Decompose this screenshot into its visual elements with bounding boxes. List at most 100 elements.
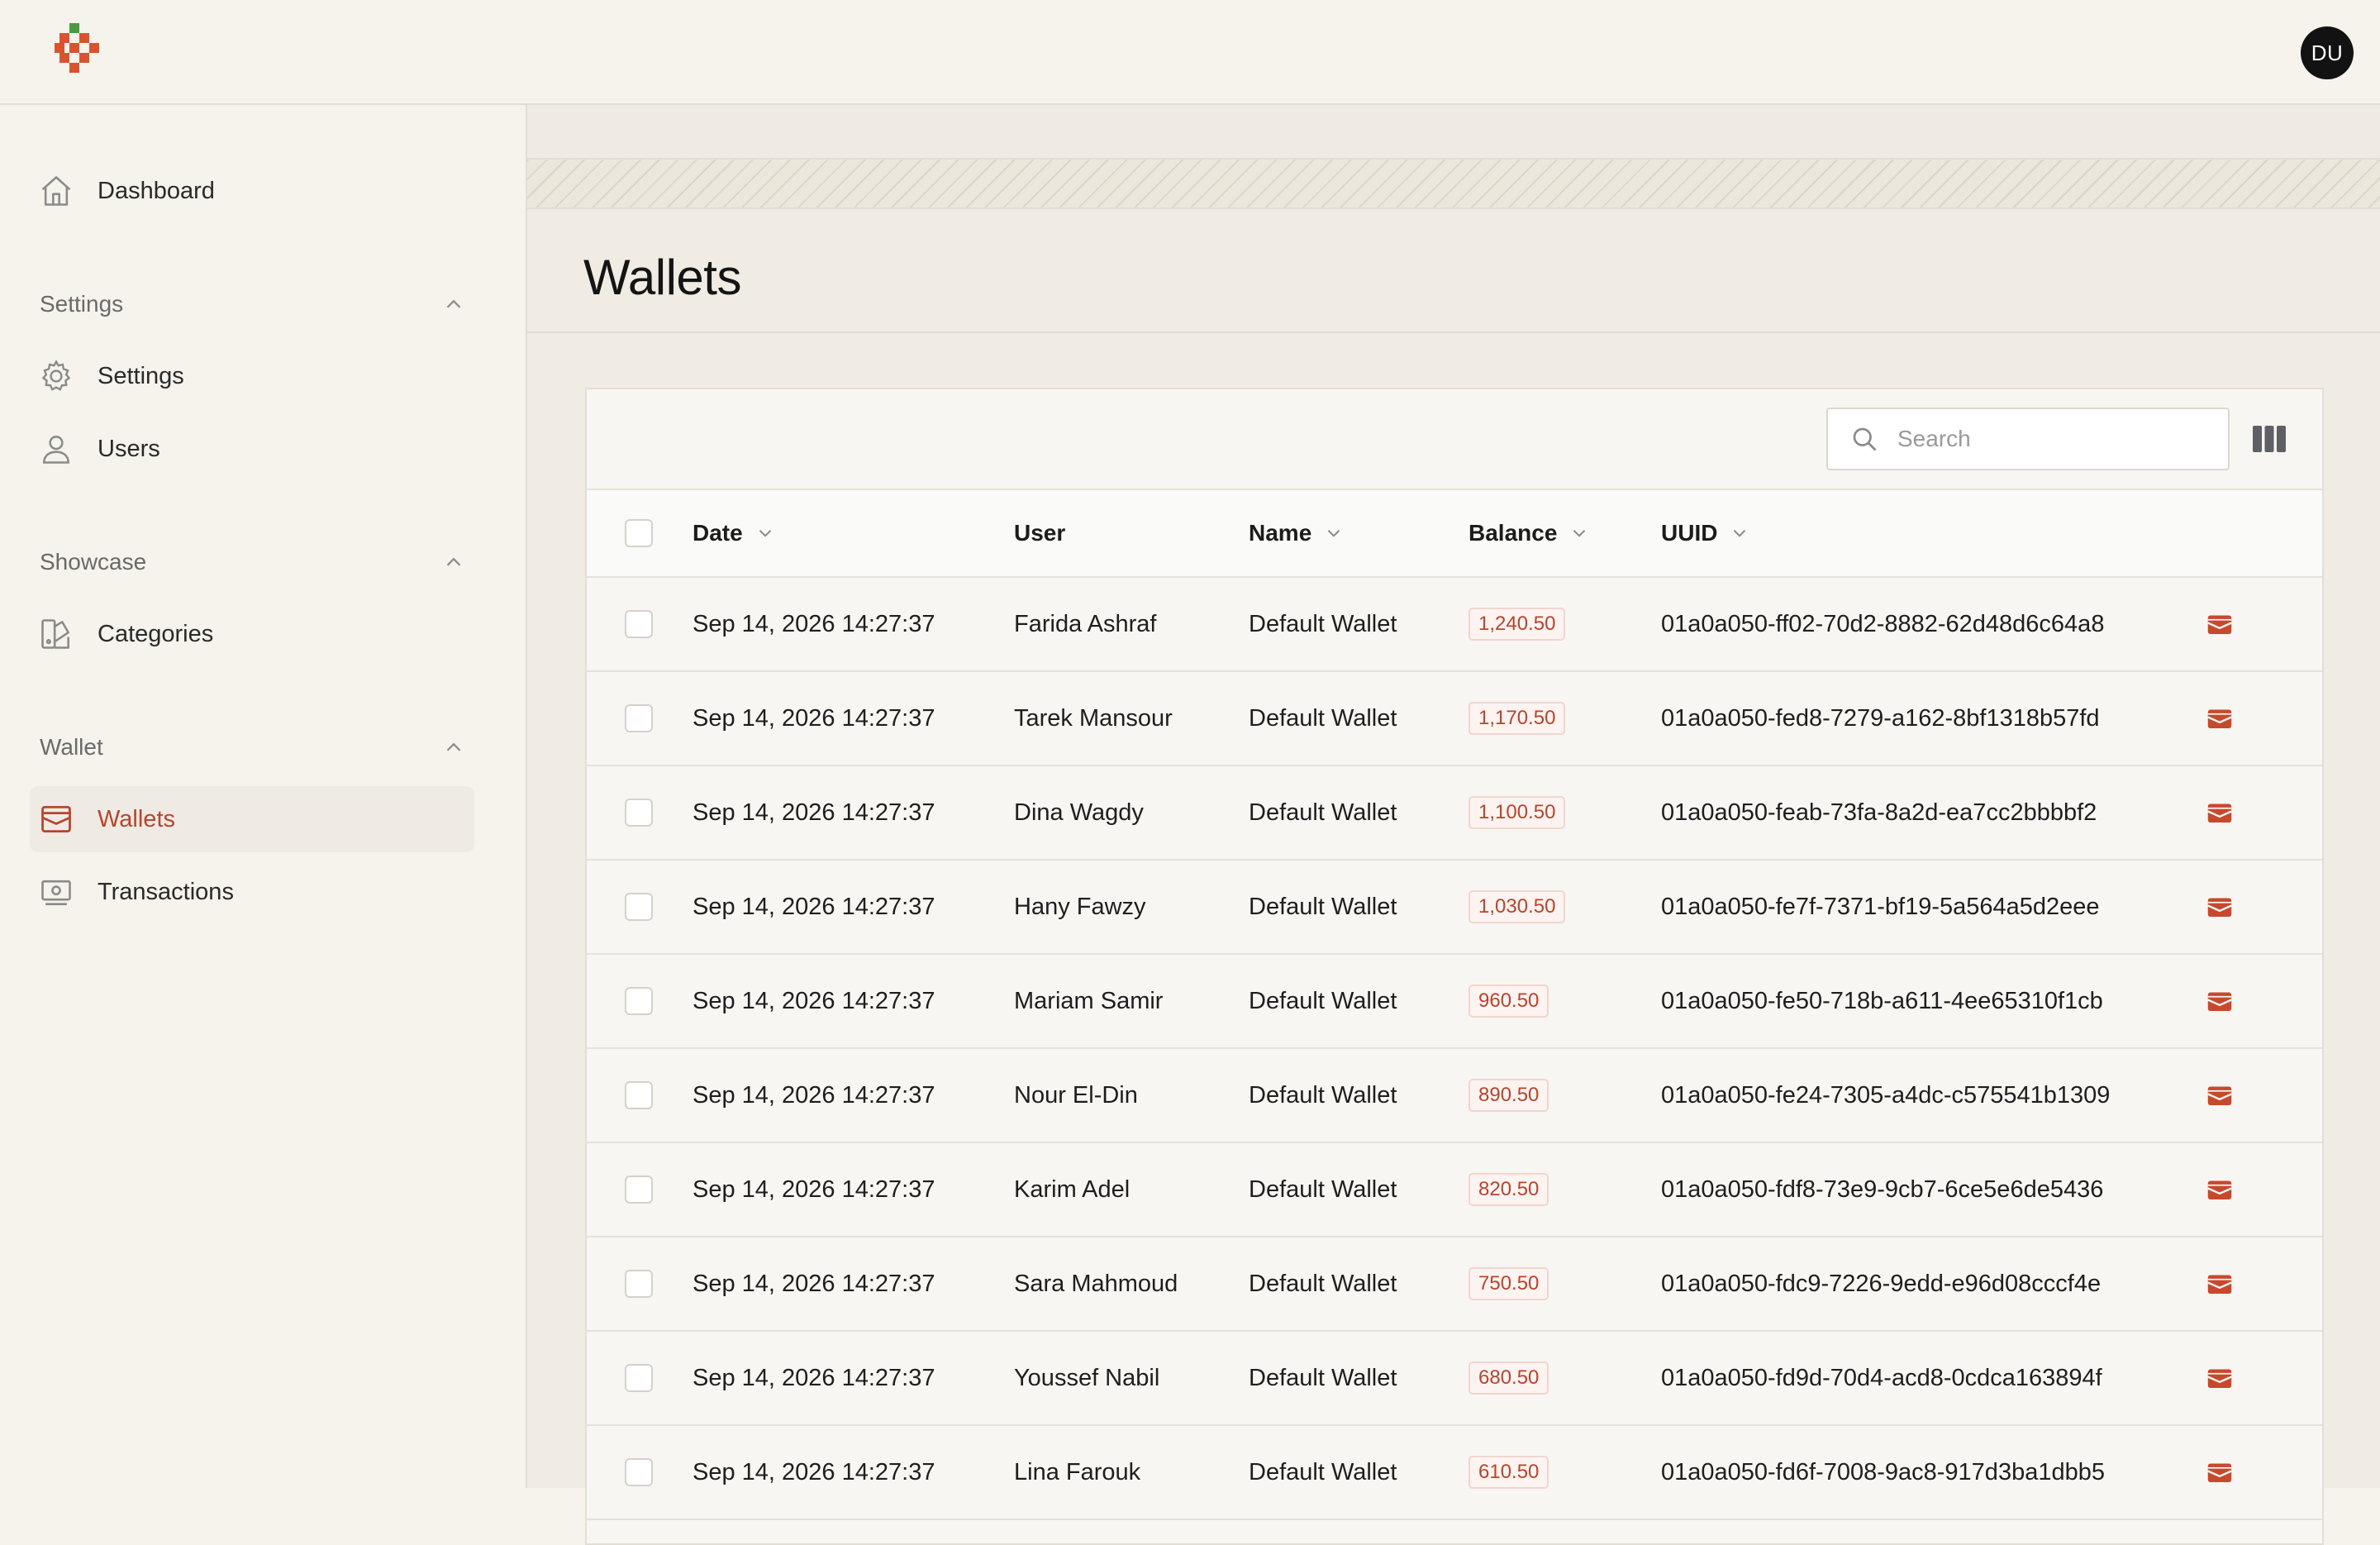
- chevron-down-icon: [1573, 530, 1586, 537]
- wallet-icon: [30, 786, 89, 852]
- row-checkbox[interactable]: [625, 1081, 653, 1109]
- chevron-up-icon: [446, 557, 461, 566]
- cell-user: Youssef Nabil: [1014, 1331, 1249, 1426]
- balance-badge: 610.50: [1468, 1456, 1549, 1489]
- row-checkbox[interactable]: [625, 893, 653, 921]
- row-checkbox[interactable]: [625, 704, 653, 732]
- home-icon: [30, 158, 89, 224]
- search-input[interactable]: [1896, 425, 2213, 453]
- balance-badge: 750.50: [1468, 1267, 1549, 1300]
- cell-date: Sep 14, 2026 14:27:37: [693, 671, 1014, 766]
- chevron-up-icon: [446, 742, 461, 751]
- row-checkbox[interactable]: [625, 799, 653, 827]
- sidebar-item-settings[interactable]: Settings: [30, 343, 474, 409]
- cell-date: Sep 14, 2026 14:27:37: [693, 1048, 1014, 1143]
- table-row[interactable]: Sep 14, 2026 14:27:37 Mariam Samir Defau…: [587, 954, 2322, 1049]
- table-row[interactable]: Sep 14, 2026 14:27:37 Dina Wagdy Default…: [587, 765, 2322, 861]
- sidebar-item-dashboard[interactable]: Dashboard: [30, 158, 474, 224]
- view-wallet-icon[interactable]: [2205, 703, 2235, 733]
- view-wallet-icon[interactable]: [2205, 609, 2235, 639]
- cell-user: Sara Mahmoud: [1014, 1237, 1249, 1332]
- wallets-table-card: Date User Name Balance UUID Sep 14, 2026…: [585, 388, 2324, 1545]
- sidebar-item-label: Settings: [98, 362, 184, 389]
- sidebar-item-categories[interactable]: Categories: [30, 601, 474, 667]
- search-icon: [1853, 427, 1877, 451]
- cell-date: Sep 14, 2026 14:27:37: [693, 1237, 1014, 1332]
- column-header-uuid[interactable]: UUID: [1661, 489, 2190, 578]
- cell-date: Sep 14, 2026 14:27:37: [693, 765, 1014, 861]
- section-header-wallet[interactable]: Wallet: [40, 727, 466, 768]
- cell-date: Sep 14, 2026 14:27:37: [693, 577, 1014, 672]
- sidebar-item-label: Wallets: [98, 805, 175, 832]
- section-header-showcase[interactable]: Showcase: [40, 541, 466, 583]
- row-checkbox[interactable]: [625, 1364, 653, 1392]
- table-row[interactable]: Sep 14, 2026 14:27:37 Karim Adel Default…: [587, 1142, 2322, 1237]
- cell-name: Default Wallet: [1249, 1142, 1468, 1237]
- cash-icon: [30, 859, 89, 925]
- sidebar-item-label: Users: [98, 435, 160, 462]
- view-wallet-icon[interactable]: [2205, 1363, 2235, 1393]
- table-row[interactable]: Sep 14, 2026 14:27:37 Tarek Mansour Defa…: [587, 671, 2322, 766]
- cell-name: Default Wallet: [1249, 671, 1468, 766]
- cell-uuid: 01a0a050-fed8-7279-a162-8bf1318b57fd: [1661, 671, 2190, 766]
- gear-icon: [30, 343, 89, 409]
- section-header-settings[interactable]: Settings: [40, 284, 466, 325]
- balance-badge: 680.50: [1468, 1361, 1549, 1395]
- chevron-down-icon: [1328, 530, 1340, 537]
- app-logo-icon[interactable]: [55, 23, 104, 83]
- cell-user: Karim Adel: [1014, 1142, 1249, 1237]
- view-wallet-icon[interactable]: [2205, 1175, 2235, 1204]
- sidebar-item-transactions[interactable]: Transactions: [30, 859, 474, 925]
- table-row[interactable]: Sep 14, 2026 14:27:37 Farida Ashraf Defa…: [587, 577, 2322, 672]
- view-wallet-icon[interactable]: [2205, 1457, 2235, 1487]
- cell-user: Dina Wagdy: [1014, 765, 1249, 861]
- view-wallet-icon[interactable]: [2205, 1080, 2235, 1110]
- table-toolbar: [587, 389, 2322, 489]
- table-row[interactable]: Sep 14, 2026 14:27:37 Hany Fawzy Default…: [587, 860, 2322, 955]
- view-wallet-icon[interactable]: [2205, 892, 2235, 922]
- view-wallet-icon[interactable]: [2205, 798, 2235, 827]
- view-wallet-icon[interactable]: [2205, 1269, 2235, 1299]
- cell-uuid: 01a0a050-feab-73fa-8a2d-ea7cc2bbbbf2: [1661, 765, 2190, 861]
- sidebar-item-label: Transactions: [98, 878, 234, 905]
- search-box[interactable]: [1826, 408, 2230, 470]
- cell-uuid: 01a0a050-fdf8-73e9-9cb7-6ce5e6de5436: [1661, 1142, 2190, 1237]
- row-checkbox[interactable]: [625, 1175, 653, 1204]
- select-all-checkbox[interactable]: [625, 519, 653, 547]
- column-header-date[interactable]: Date: [693, 489, 1014, 578]
- chevron-down-icon: [759, 530, 771, 537]
- sidebar-item-wallets[interactable]: Wallets: [30, 786, 474, 852]
- chevron-down-icon: [1734, 530, 1746, 537]
- row-checkbox[interactable]: [625, 987, 653, 1015]
- cell-uuid: 01a0a050-fdc9-7226-9edd-e96d08cccf4e: [1661, 1237, 2190, 1332]
- cell-name: Default Wallet: [1249, 1237, 1468, 1332]
- cell-uuid: 01a0a050-fe24-7305-a4dc-c575541b1309: [1661, 1048, 2190, 1143]
- column-header-balance[interactable]: Balance: [1468, 489, 1661, 578]
- row-checkbox[interactable]: [625, 610, 653, 638]
- wallets-table: Date User Name Balance UUID Sep 14, 2026…: [587, 489, 2322, 1520]
- section-title: Showcase: [40, 549, 147, 575]
- section-title: Settings: [40, 291, 124, 317]
- cell-user: Farida Ashraf: [1014, 577, 1249, 672]
- cell-date: Sep 14, 2026 14:27:37: [693, 1331, 1014, 1426]
- view-wallet-icon[interactable]: [2205, 986, 2235, 1016]
- table-row[interactable]: Sep 14, 2026 14:27:37 Nour El-Din Defaul…: [587, 1048, 2322, 1143]
- column-header-name[interactable]: Name: [1249, 489, 1468, 578]
- sidebar-item-users[interactable]: Users: [30, 416, 474, 482]
- cell-uuid: 01a0a050-fe7f-7371-bf19-5a564a5d2eee: [1661, 860, 2190, 955]
- balance-badge: 820.50: [1468, 1173, 1549, 1206]
- cell-name: Default Wallet: [1249, 765, 1468, 861]
- table-row[interactable]: Sep 14, 2026 14:27:37 Sara Mahmoud Defau…: [587, 1237, 2322, 1332]
- row-checkbox[interactable]: [625, 1458, 653, 1486]
- balance-badge: 1,170.50: [1468, 702, 1566, 735]
- cell-user: Lina Farouk: [1014, 1425, 1249, 1520]
- columns-toggle-icon[interactable]: [2253, 424, 2286, 454]
- row-checkbox[interactable]: [625, 1270, 653, 1298]
- cell-date: Sep 14, 2026 14:27:37: [693, 954, 1014, 1049]
- cell-user: Tarek Mansour: [1014, 671, 1249, 766]
- table-row[interactable]: Sep 14, 2026 14:27:37 Youssef Nabil Defa…: [587, 1331, 2322, 1426]
- avatar[interactable]: DU: [2301, 26, 2354, 79]
- table-row[interactable]: Sep 14, 2026 14:27:37 Lina Farouk Defaul…: [587, 1425, 2322, 1520]
- sidebar-item-label: Categories: [98, 620, 214, 647]
- categories-icon: [30, 601, 89, 667]
